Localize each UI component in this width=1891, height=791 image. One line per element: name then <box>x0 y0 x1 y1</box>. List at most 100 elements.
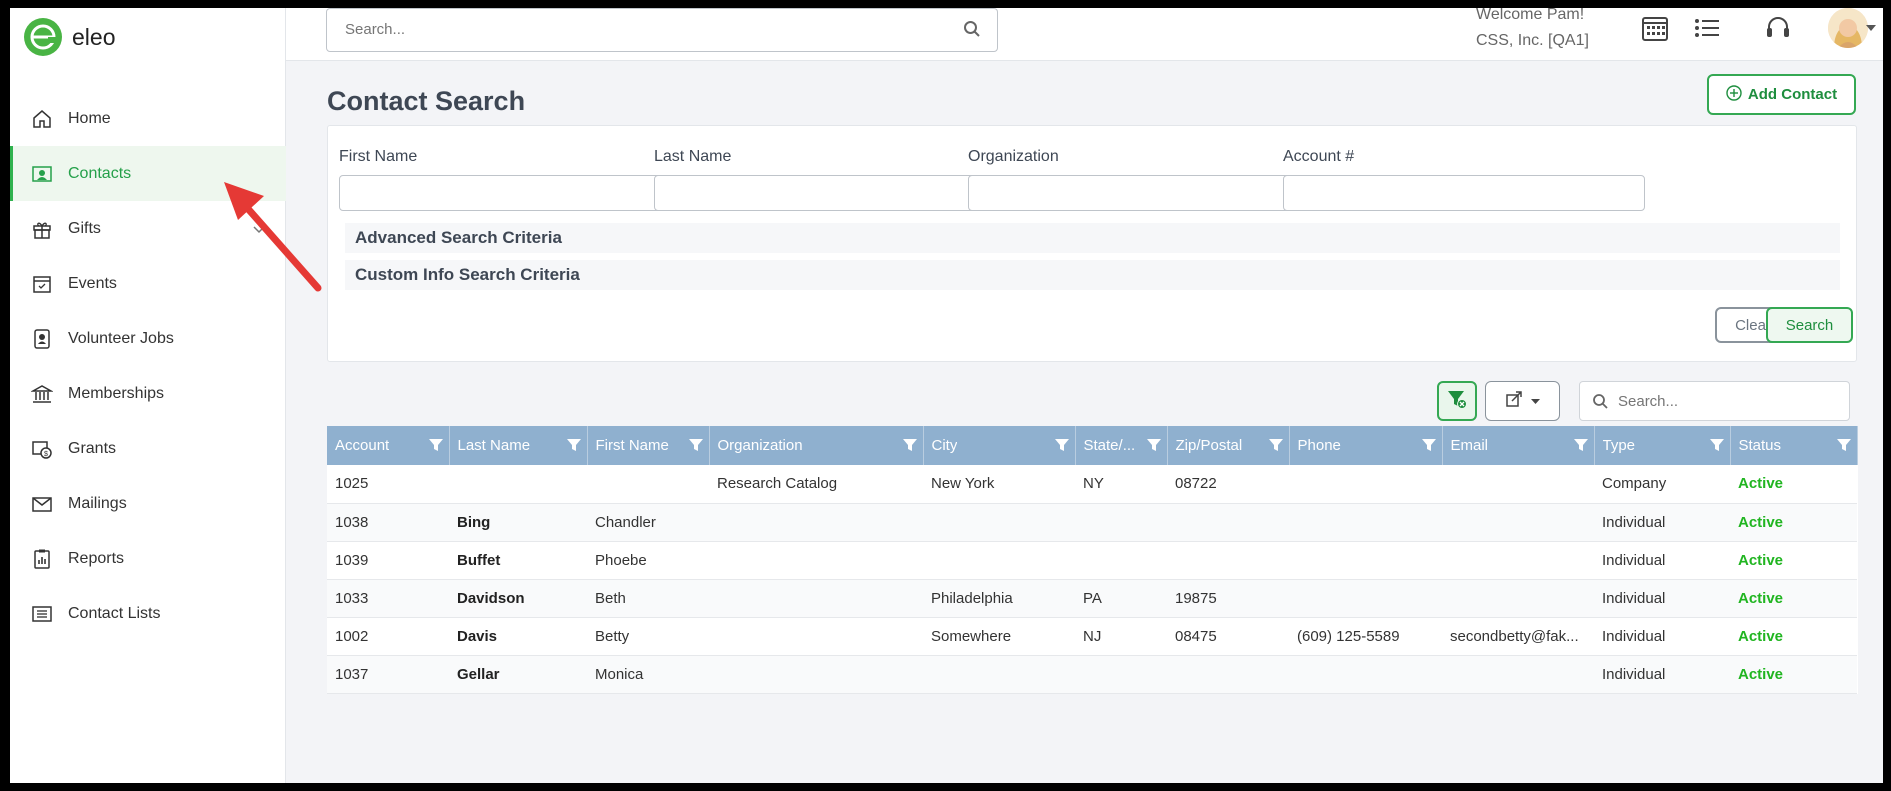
headset-support-icon[interactable] <box>1761 11 1795 45</box>
filter-funnel-icon[interactable] <box>1146 437 1162 457</box>
table-row[interactable]: 1037 Gellar Monica Individual Active <box>327 655 1857 694</box>
sidebar-item-volunteer-jobs[interactable]: Volunteer Jobs <box>10 311 286 366</box>
table-cell <box>709 503 923 542</box>
filter-funnel-icon[interactable] <box>428 437 444 457</box>
column-header-label: Zip/Postal <box>1175 437 1243 455</box>
task-list-icon[interactable] <box>1690 11 1724 45</box>
table-row[interactable]: 1025 Research Catalog New York NY 08722 Compa… <box>327 465 1857 504</box>
user-avatar[interactable] <box>1828 8 1868 48</box>
column-header-label: Type <box>1602 437 1636 455</box>
brand[interactable]: eleo <box>24 16 115 58</box>
sidebar-item-contact-lists[interactable]: Contact Lists <box>10 586 286 641</box>
first-name-input[interactable] <box>339 175 701 211</box>
filter-funnel-icon[interactable] <box>902 437 918 457</box>
grant-icon: $ <box>30 437 54 461</box>
first-name-label: First Name <box>339 148 418 165</box>
organization-input[interactable] <box>968 175 1330 211</box>
sidebar-item-mailings[interactable]: Mailings <box>10 476 286 531</box>
table-cell <box>1167 655 1289 694</box>
table-row[interactable]: 1002 Davis Betty Somewhere NJ 08475 (609) 125-… <box>327 617 1857 656</box>
grid-search[interactable] <box>1579 381 1850 421</box>
filter-funnel-icon[interactable] <box>1421 437 1437 457</box>
calendar-grid-icon[interactable] <box>1638 11 1672 45</box>
contacts-grid: Account Last Name First Name Organization Ci… <box>327 426 1858 694</box>
table-cell: Individual <box>1594 617 1730 656</box>
custom-info-search-toggle[interactable]: Custom Info Search Criteria <box>345 260 1840 290</box>
sidebar-item-memberships[interactable]: Memberships <box>10 366 286 421</box>
column-header-label: Email <box>1450 437 1489 455</box>
filter-funnel-icon[interactable] <box>1836 437 1852 457</box>
page-title: Contact Search <box>327 86 526 116</box>
filter-funnel-icon[interactable] <box>1268 437 1284 457</box>
table-cell: PA <box>1075 579 1167 618</box>
table-cell <box>587 465 709 504</box>
brand-name: eleo <box>72 23 116 50</box>
plus-circle-icon <box>1726 84 1742 105</box>
global-search[interactable] <box>326 8 998 52</box>
svg-text:$: $ <box>44 451 48 458</box>
clear-filters-button[interactable] <box>1437 381 1477 421</box>
sidebar-item-grants[interactable]: $ Grants <box>10 421 286 476</box>
advanced-search-toggle[interactable]: Advanced Search Criteria <box>345 223 1840 253</box>
table-row[interactable]: 1033 Davidson Beth Philadelphia PA 19875 Indiv… <box>327 579 1857 618</box>
filter-funnel-icon[interactable] <box>1573 437 1589 457</box>
export-icon <box>1505 390 1523 413</box>
column-header[interactable]: City <box>923 426 1076 465</box>
search-button[interactable]: Search <box>1766 307 1853 343</box>
sidebar-item-home[interactable]: Home <box>10 91 286 146</box>
search-icon[interactable] <box>963 20 981 43</box>
table-cell <box>1075 655 1167 694</box>
home-icon <box>30 107 54 131</box>
sidebar-item-label: Grants <box>68 439 117 457</box>
column-header[interactable]: First Name <box>587 426 710 465</box>
table-cell: Active <box>1730 579 1857 618</box>
column-header-label: Account <box>335 437 390 455</box>
sidebar-item-reports[interactable]: Reports <box>10 531 286 586</box>
table-cell: 08475 <box>1167 617 1289 656</box>
filter-funnel-icon[interactable] <box>1709 437 1725 457</box>
top-bar: Welcome Pam! CSS, Inc. [QA1] <box>286 8 1883 61</box>
table-cell <box>1289 655 1442 694</box>
grid-search-input[interactable] <box>1618 386 1838 416</box>
last-name-input[interactable] <box>654 175 1016 211</box>
sidebar-nav: Home Contacts Gifts Events Volunteer Job… <box>10 91 286 641</box>
column-header[interactable]: Zip/Postal <box>1167 426 1290 465</box>
filter-funnel-icon[interactable] <box>566 437 582 457</box>
table-cell: Chandler <box>587 503 709 542</box>
caret-down-icon[interactable] <box>1864 11 1878 45</box>
filter-funnel-icon[interactable] <box>1054 437 1070 457</box>
eleo-logo-icon <box>24 18 62 56</box>
column-header[interactable]: Account <box>327 426 450 465</box>
table-cell: NJ <box>1075 617 1167 656</box>
column-header[interactable]: State/... <box>1075 426 1168 465</box>
column-header[interactable]: Organization <box>709 426 924 465</box>
sidebar-item-label: Contacts <box>68 164 132 182</box>
table-cell: 1037 <box>327 655 449 694</box>
welcome-text: Welcome Pam! <box>1476 8 1585 23</box>
account-number-input[interactable] <box>1283 175 1645 211</box>
export-button[interactable] <box>1485 381 1560 421</box>
sidebar-item-label: Home <box>68 109 111 127</box>
table-cell <box>709 617 923 656</box>
table-cell <box>1167 503 1289 542</box>
table-row[interactable]: 1039 Buffet Phoebe Individual Active <box>327 541 1857 580</box>
table-cell: NY <box>1075 465 1167 504</box>
column-header[interactable]: Status <box>1730 426 1858 465</box>
global-search-input[interactable] <box>327 9 927 49</box>
column-header[interactable]: Phone <box>1289 426 1443 465</box>
column-header[interactable]: Last Name <box>449 426 588 465</box>
grid-header-row: Account Last Name First Name Organization Ci… <box>327 426 1858 465</box>
column-header[interactable]: Email <box>1442 426 1595 465</box>
table-cell: Individual <box>1594 541 1730 580</box>
filter-funnel-icon[interactable] <box>688 437 704 457</box>
table-cell: 1033 <box>327 579 449 618</box>
sidebar: eleo Home Contacts Gifts Events Voluntee… <box>10 8 286 783</box>
table-cell <box>709 655 923 694</box>
add-contact-button[interactable]: Add Contact <box>1707 74 1856 115</box>
table-cell: 08722 <box>1167 465 1289 504</box>
table-cell: Active <box>1730 655 1857 694</box>
sidebar-item-label: Contact Lists <box>68 604 161 622</box>
table-row[interactable]: 1038 Bing Chandler Individual Active <box>327 503 1857 542</box>
table-cell <box>923 655 1075 694</box>
column-header[interactable]: Type <box>1594 426 1731 465</box>
